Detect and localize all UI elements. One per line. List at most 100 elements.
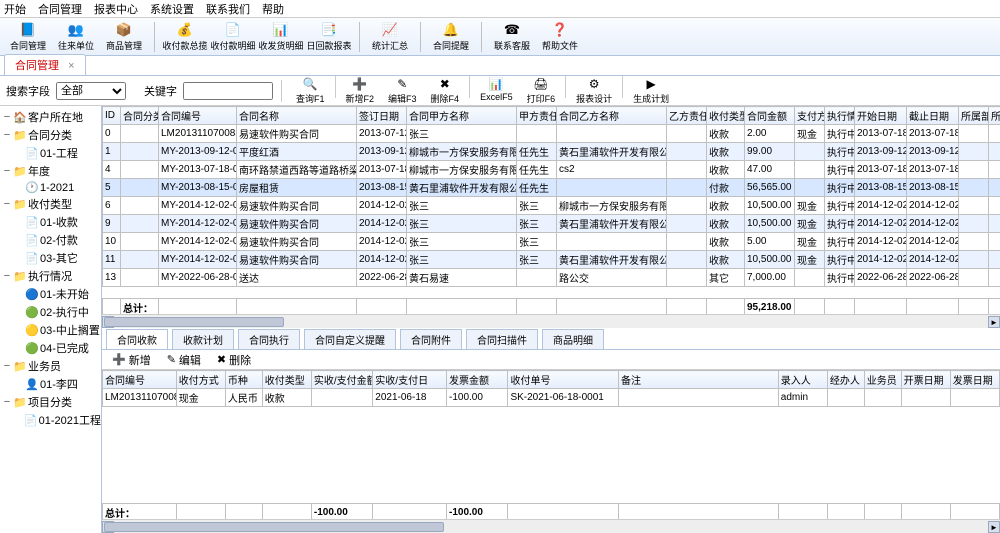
tree-项目分类[interactable]: −📁项目分类 <box>0 393 101 411</box>
subtab-合同自定义提醒[interactable]: 合同自定义提醒 <box>304 329 396 349</box>
tree-01-李四[interactable]: 👤01-李四 <box>0 375 101 393</box>
search-btn-生成计划[interactable]: ▶生成计划 <box>627 76 675 105</box>
expand-icon[interactable]: − <box>2 198 12 210</box>
sub-编辑[interactable]: ✎编辑 <box>163 351 205 369</box>
col-截止日期[interactable]: 截止日期 <box>907 107 959 125</box>
search-btn-新增F2[interactable]: ➕新增F2 <box>340 76 381 105</box>
ribbon-收付款明细[interactable]: 📄收付款明细 <box>211 20 255 54</box>
expand-icon[interactable]: − <box>2 111 12 123</box>
tree-04-已完成[interactable]: 🟢04-已完成 <box>0 339 101 357</box>
menu-contract[interactable]: 合同管理 <box>38 1 82 17</box>
subtab-合同附件[interactable]: 合同附件 <box>400 329 462 349</box>
col-业务员[interactable]: 业务员 <box>864 371 901 389</box>
tree-01-工程[interactable]: 📄01-工程 <box>0 144 101 162</box>
tab-close-icon[interactable]: × <box>68 60 74 72</box>
col-甲方责任人[interactable]: 甲方责任人 <box>517 107 557 125</box>
search-btn-ExcelF5[interactable]: 📊ExcelF5 <box>474 76 519 105</box>
col-ID[interactable]: ID <box>103 107 121 125</box>
ribbon-商品管理[interactable]: 📦商品管理 <box>102 20 146 54</box>
col-支付方式[interactable]: 支付方式 <box>795 107 825 125</box>
col-签订日期[interactable]: 签订日期 <box>357 107 407 125</box>
tree-业务员[interactable]: −📁业务员 <box>0 357 101 375</box>
ribbon-联系客服[interactable]: ☎联系客服 <box>490 20 534 54</box>
col-所属部门[interactable]: 所属部门 <box>959 107 989 125</box>
col-录入人[interactable]: 录入人 <box>778 371 827 389</box>
scroll-thumb[interactable] <box>104 317 284 327</box>
col-开始日期[interactable]: 开始日期 <box>855 107 907 125</box>
col-实收/支付日[interactable]: 实收/支付日 <box>373 371 447 389</box>
tree-收付类型[interactable]: −📁收付类型 <box>0 195 101 213</box>
col-发票金额[interactable]: 发票金额 <box>447 371 508 389</box>
table-row[interactable]: 4MY-2013-07-18-0001南环路禁道西路等道路桥梁工程2013-07… <box>103 161 1000 179</box>
col-发票日期[interactable]: 发票日期 <box>950 371 999 389</box>
tree-03-中止搁置[interactable]: 🟡03-中止搁置 <box>0 321 101 339</box>
scroll-right-icon[interactable]: ► <box>988 521 1000 533</box>
expand-icon[interactable]: − <box>2 270 12 282</box>
col-合同分类[interactable]: 合同分类 <box>121 107 159 125</box>
ribbon-日回款报表[interactable]: 📑日回款报表 <box>307 20 351 54</box>
ribbon-统计汇总[interactable]: 📈统计汇总 <box>368 20 412 54</box>
subtab-收款计划[interactable]: 收款计划 <box>172 329 234 349</box>
subtab-合同扫描件[interactable]: 合同扫描件 <box>466 329 538 349</box>
ribbon-收发货明细[interactable]: 📊收发货明细 <box>259 20 303 54</box>
col-收付单号[interactable]: 收付单号 <box>508 371 619 389</box>
col-收付类型[interactable]: 收付类型 <box>707 107 745 125</box>
ribbon-收付款总揽[interactable]: 💰收付款总揽 <box>163 20 207 54</box>
table-row[interactable]: 10MY-2014-12-02-0005易速软件购买合同2014-12-02张三… <box>103 233 1000 251</box>
tree-01-未开始[interactable]: 🔵01-未开始 <box>0 285 101 303</box>
tree-执行情况[interactable]: −📁执行情况 <box>0 267 101 285</box>
tab-contract-mgmt[interactable]: 合同管理 × <box>4 54 86 75</box>
col-合同编号[interactable]: 合同编号 <box>103 371 177 389</box>
col-合同甲方名称[interactable]: 合同甲方名称 <box>407 107 517 125</box>
table-row[interactable]: 1MY-2013-09-12-0001平度红酒2013-09-12柳城市一方保安… <box>103 143 1000 161</box>
search-btn-打印F6[interactable]: 🖨打印F6 <box>521 76 562 105</box>
table-row[interactable]: 11MY-2014-12-02-0006易速软件购买合同2014-12-02张三… <box>103 251 1000 269</box>
search-btn-报表设计[interactable]: ⚙报表设计 <box>570 76 618 105</box>
col-币种[interactable]: 币种 <box>225 371 262 389</box>
search-btn-删除F4[interactable]: ✖删除F4 <box>425 76 466 105</box>
ribbon-帮助文件[interactable]: ❓帮助文件 <box>538 20 582 54</box>
search-field-select[interactable]: 全部 <box>56 82 126 100</box>
table-row[interactable]: 6MY-2014-12-02-0001易速软件购买合同2014-12-02张三张… <box>103 197 1000 215</box>
ribbon-合同提醒[interactable]: 🔔合同提醒 <box>429 20 473 54</box>
search-kw-input[interactable] <box>183 82 273 100</box>
col-备注[interactable]: 备注 <box>619 371 779 389</box>
expand-icon[interactable]: − <box>2 396 12 408</box>
table-row[interactable]: 5MY-2013-08-15-0001房屋租赁2013-08-15黄石里浦软件开… <box>103 179 1000 197</box>
search-btn-编辑F3[interactable]: ✎编辑F3 <box>382 76 423 105</box>
detail-grid[interactable]: 合同编号收付方式币种收付类型实收/支付金额实收/支付日发票金额收付单号备注录入人… <box>102 370 1000 407</box>
col-合同金额[interactable]: 合同金额 <box>745 107 795 125</box>
main-hscroll[interactable]: ◄ ► <box>102 314 1000 328</box>
menu-start[interactable]: 开始 <box>4 1 26 17</box>
col-开票日期[interactable]: 开票日期 <box>901 371 950 389</box>
expand-icon[interactable]: − <box>2 165 12 177</box>
table-row[interactable]: LM201311070083现金人民币收款2021-06-18-100.00SK… <box>103 389 1000 407</box>
subtab-商品明细[interactable]: 商品明细 <box>542 329 604 349</box>
col-合同编号[interactable]: 合同编号 <box>159 107 237 125</box>
tree-01-2021工程[interactable]: 📄01-2021工程 <box>0 411 101 429</box>
col-收付类型[interactable]: 收付类型 <box>262 371 311 389</box>
sub-新增[interactable]: ➕新增 <box>108 351 155 369</box>
sub-删除[interactable]: ✖删除 <box>213 351 255 369</box>
ribbon-合同管理[interactable]: 📘合同管理 <box>6 20 50 54</box>
col-实收/支付金额[interactable]: 实收/支付金额 <box>311 371 372 389</box>
scroll-thumb[interactable] <box>104 522 444 532</box>
tree-合同分类[interactable]: −📁合同分类 <box>0 126 101 144</box>
menu-contact[interactable]: 联系我们 <box>206 1 250 17</box>
col-乙方责任人[interactable]: 乙方责任人 <box>667 107 707 125</box>
col-合同乙方名称[interactable]: 合同乙方名称 <box>557 107 667 125</box>
tree-客户所在地[interactable]: −🏠客户所在地 <box>0 108 101 126</box>
main-grid[interactable]: ID合同分类合同编号合同名称签订日期合同甲方名称甲方责任人合同乙方名称乙方责任人… <box>102 106 1000 287</box>
tree-1-2021[interactable]: 🕐1-2021 <box>0 180 101 195</box>
tree-02-执行中[interactable]: 🟢02-执行中 <box>0 303 101 321</box>
subtab-合同执行[interactable]: 合同执行 <box>238 329 300 349</box>
table-row[interactable]: 9MY-2014-12-02-0004易速软件购买合同2014-12-02张三张… <box>103 215 1000 233</box>
col-执行情况[interactable]: 执行情况 <box>825 107 855 125</box>
expand-icon[interactable]: − <box>2 360 12 372</box>
ribbon-往来单位[interactable]: 👥往来单位 <box>54 20 98 54</box>
tree-年度[interactable]: −📁年度 <box>0 162 101 180</box>
table-row[interactable]: 0LM201311070083易速软件购买合同2013-07-12张三收款2.0… <box>103 125 1000 143</box>
scroll-right-icon[interactable]: ► <box>988 316 1000 328</box>
tree-01-收款[interactable]: 📄01-收款 <box>0 213 101 231</box>
col-收付方式[interactable]: 收付方式 <box>176 371 225 389</box>
